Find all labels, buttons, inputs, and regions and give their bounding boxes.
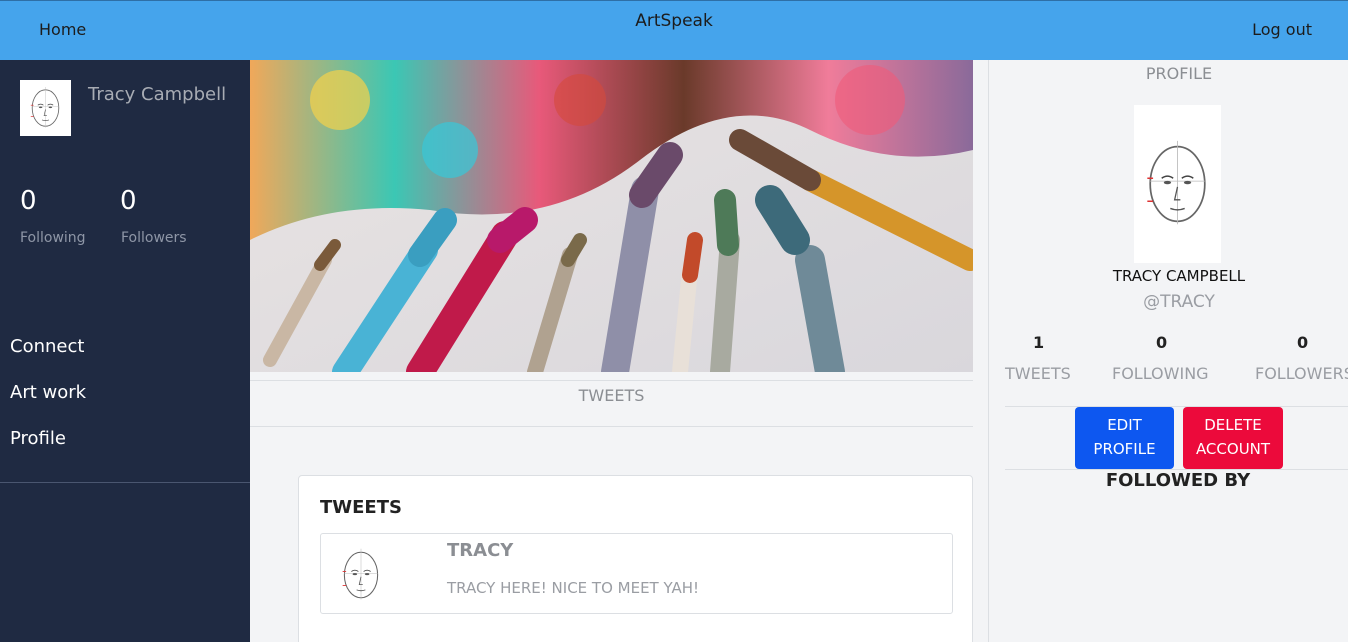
followers-count: 0	[120, 186, 137, 216]
tweets-heading: TWEETS	[320, 497, 402, 518]
stat-followers-label: FOLLOWERS	[1255, 364, 1348, 383]
sidebar-item-profile[interactable]: Profile	[10, 428, 66, 449]
stat-following-label: FOLLOWING	[1112, 364, 1209, 383]
app-title: ArtSpeak	[635, 11, 713, 31]
stat-followers-value: 0	[1297, 333, 1309, 352]
profile-panel: PROFILE TRACY CAMPBELL @TRACY 1 TWEETS 0…	[988, 60, 1348, 642]
tweet-username: TRACY	[447, 540, 514, 561]
tweet-text: TRACY HERE! NICE TO MEET YAH!	[447, 579, 700, 597]
tweet-item[interactable]: TRACY TRACY HERE! NICE TO MEET YAH!	[320, 533, 953, 614]
profile-handle: @TRACY	[1143, 292, 1215, 312]
left-sidebar: Tracy Campbell 0 Following 0 Followers C…	[0, 60, 250, 642]
profile-avatar	[1134, 105, 1221, 263]
stat-tweets-label: TWEETS	[1005, 364, 1071, 383]
tweet-avatar	[329, 540, 393, 610]
tab-tweets[interactable]: TWEETS	[250, 386, 973, 405]
delete-account-button[interactable]: DELETE ACCOUNT	[1183, 407, 1283, 469]
center-tab-bar: TWEETS	[250, 380, 973, 427]
sidebar-divider	[0, 482, 250, 483]
sidebar-user-name: Tracy Campbell	[88, 84, 227, 105]
followed-by-heading: FOLLOWED BY	[1105, 470, 1251, 491]
tweets-card: TWEETS TRACY TRACY HERE! NICE TO MEET YA…	[298, 475, 973, 642]
cover-banner-image	[250, 60, 973, 372]
following-label: Following	[20, 230, 86, 246]
top-navbar: Home ArtSpeak Log out	[0, 0, 1348, 60]
nav-logout-link[interactable]: Log out	[1252, 20, 1312, 39]
edit-profile-button[interactable]: EDIT PROFILE	[1075, 407, 1174, 469]
profile-name: TRACY CAMPBELL	[1112, 267, 1246, 285]
divider	[1005, 406, 1348, 407]
sidebar-item-connect[interactable]: Connect	[10, 336, 84, 357]
followers-label: Followers	[121, 230, 187, 246]
following-count: 0	[20, 186, 37, 216]
avatar	[20, 80, 71, 136]
stat-tweets-value: 1	[1033, 333, 1045, 352]
sidebar-item-art-work[interactable]: Art work	[10, 382, 86, 403]
stat-following-value: 0	[1156, 333, 1168, 352]
profile-heading: PROFILE	[1145, 64, 1213, 83]
